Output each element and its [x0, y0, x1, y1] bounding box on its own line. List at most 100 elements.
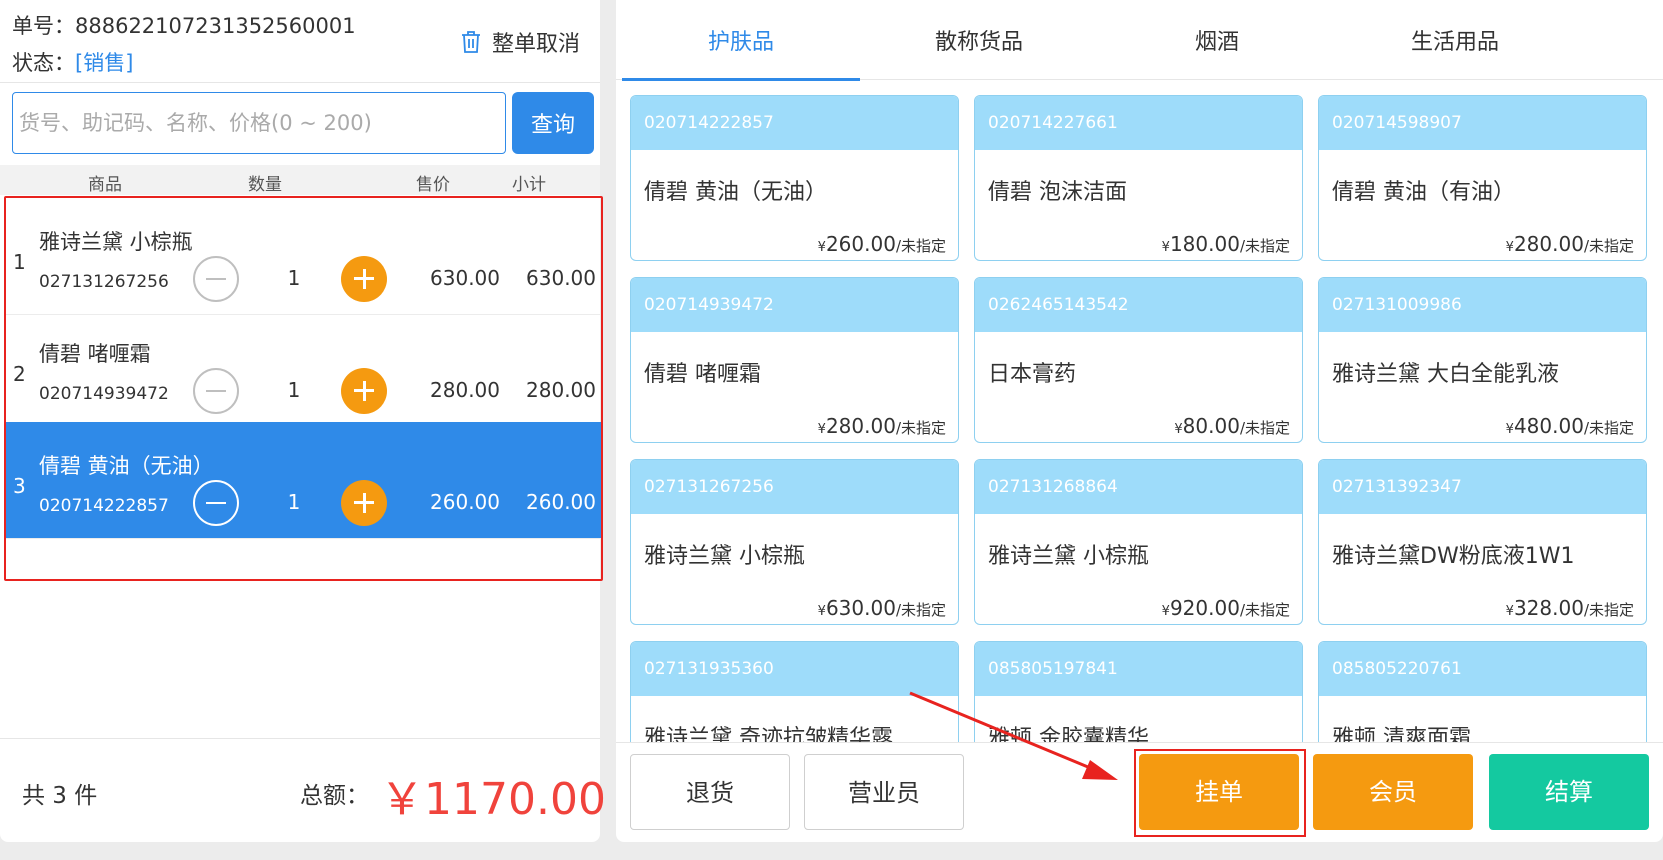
divider — [0, 82, 600, 83]
highlight-box — [1134, 749, 1306, 837]
product-card[interactable]: 020714227661 倩碧 泡沫洁面 ¥180.00/未指定 — [974, 95, 1303, 261]
item-price: 630.00 — [430, 266, 500, 290]
product-name: 倩碧 黄油（无油） — [644, 180, 827, 205]
product-card[interactable]: 027131267256 雅诗兰黛 小棕瓶 ¥630.00/未指定 — [630, 459, 959, 625]
product-grid: 020714222857 倩碧 黄油（无油） ¥260.00/未指定 02071… — [616, 80, 1663, 742]
row-index: 1 — [13, 250, 26, 274]
order-panel: 单号：888622107231352560001 状态：[销售] 整单取消 查询… — [0, 0, 606, 842]
product-name: 雅诗兰黛 小棕瓶 — [644, 544, 805, 569]
product-price: ¥630.00/未指定 — [817, 596, 946, 620]
row-index: 2 — [13, 362, 26, 386]
product-code: 085805220761 — [1319, 642, 1646, 696]
tab-tobacco-alcohol[interactable]: 烟酒 — [1098, 0, 1336, 80]
item-subtotal: 280.00 — [526, 378, 596, 402]
product-name: 雅顿 清爽面霜 — [1332, 726, 1471, 742]
member-button[interactable]: 会员 — [1313, 754, 1473, 830]
cart-row-selected[interactable]: 3 倩碧 黄油（无油） 020714222857 1 260.00 260.00 — [6, 422, 601, 539]
increase-qty-button[interactable] — [341, 256, 387, 302]
product-price: ¥480.00/未指定 — [1505, 414, 1634, 438]
decrease-qty-button[interactable] — [193, 256, 239, 302]
product-card[interactable]: 027131935360 雅诗兰黛 奇迹抗皱精华露 — [630, 641, 959, 742]
tab-bulk-goods[interactable]: 散称货品 — [860, 0, 1098, 80]
product-code: 027131009986 — [1319, 278, 1646, 332]
product-price: ¥80.00/未指定 — [1174, 414, 1290, 438]
item-code: 020714222857 — [39, 496, 169, 516]
increase-qty-button[interactable] — [341, 480, 387, 526]
product-code: 020714939472 — [631, 278, 958, 332]
item-qty: 1 — [287, 378, 301, 402]
product-price: ¥920.00/未指定 — [1161, 596, 1290, 620]
product-name: 倩碧 啫喱霜 — [644, 362, 761, 387]
item-name: 倩碧 啫喱霜 — [39, 342, 151, 366]
item-name: 雅诗兰黛 小棕瓶 — [39, 230, 193, 254]
item-code: 027131267256 — [39, 272, 169, 292]
cart-row[interactable]: 1 雅诗兰黛 小棕瓶 027131267256 1 630.00 630.00 — [6, 198, 601, 315]
product-card[interactable]: 0262465143542 日本膏药 ¥80.00/未指定 — [974, 277, 1303, 443]
product-code: 020714227661 — [975, 96, 1302, 150]
item-price: 260.00 — [430, 490, 500, 514]
item-name: 倩碧 黄油（无油） — [39, 454, 214, 478]
product-code: 027131268864 — [975, 460, 1302, 514]
cancel-order-button[interactable]: 整单取消 — [460, 26, 580, 58]
increase-qty-button[interactable] — [341, 368, 387, 414]
product-name: 雅诗兰黛 大白全能乳液 — [1332, 362, 1559, 387]
product-name: 雅诗兰黛DW粉底液1W1 — [1332, 544, 1575, 569]
product-code: 020714222857 — [631, 96, 958, 150]
cart-table-header: 商品 数量 售价 小计 — [0, 165, 600, 195]
item-code: 020714939472 — [39, 384, 169, 404]
item-qty: 1 — [287, 266, 301, 290]
total-amount: ￥1170.00 — [380, 774, 606, 825]
order-number: 单号：888622107231352560001 — [12, 14, 356, 38]
status-value: [销售] — [75, 51, 134, 75]
product-name: 雅顿 金胶囊精华 — [988, 726, 1149, 742]
product-card[interactable]: 020714598907 倩碧 黄油（有油） ¥280.00/未指定 — [1318, 95, 1647, 261]
product-card[interactable]: 085805220761 雅顿 清爽面霜 — [1318, 641, 1647, 742]
trash-icon — [461, 31, 480, 53]
divider — [0, 738, 600, 739]
cancel-order-label: 整单取消 — [491, 32, 580, 57]
row-index: 3 — [13, 474, 26, 498]
item-price: 280.00 — [430, 378, 500, 402]
item-subtotal: 630.00 — [526, 266, 596, 290]
item-count: 共 3 件 — [22, 783, 98, 809]
product-card[interactable]: 027131392347 雅诗兰黛DW粉底液1W1 ¥328.00/未指定 — [1318, 459, 1647, 625]
product-name: 雅诗兰黛 奇迹抗皱精华露 — [644, 726, 893, 742]
product-panel: 护肤品 散称货品 烟酒 生活用品 020714222857 倩碧 黄油（无油） … — [616, 0, 1663, 842]
product-card[interactable]: 020714939472 倩碧 啫喱霜 ¥280.00/未指定 — [630, 277, 959, 443]
product-code: 027131392347 — [1319, 460, 1646, 514]
product-code: 0262465143542 — [975, 278, 1302, 332]
product-name: 雅诗兰黛 小棕瓶 — [988, 544, 1149, 569]
search-input[interactable] — [12, 92, 506, 154]
header-price: 售价 — [416, 175, 450, 195]
product-price: ¥280.00/未指定 — [817, 414, 946, 438]
product-price: ¥280.00/未指定 — [1505, 232, 1634, 256]
header-qty: 数量 — [248, 175, 282, 195]
item-subtotal: 260.00 — [526, 490, 596, 514]
cart-row[interactable]: 2 倩碧 啫喱霜 020714939472 1 280.00 280.00 — [6, 310, 601, 427]
return-button[interactable]: 退货 — [630, 754, 790, 830]
product-card[interactable]: 027131009986 雅诗兰黛 大白全能乳液 ¥480.00/未指定 — [1318, 277, 1647, 443]
product-code: 020714598907 — [1319, 96, 1646, 150]
header-subtotal: 小计 — [512, 175, 546, 195]
tab-skincare[interactable]: 护肤品 — [622, 0, 860, 81]
category-tabs: 护肤品 散称货品 烟酒 生活用品 — [616, 0, 1663, 81]
divider — [616, 742, 1663, 743]
product-price: ¥180.00/未指定 — [1161, 232, 1290, 256]
product-card[interactable]: 085805197841 雅顿 金胶囊精华 — [974, 641, 1303, 742]
item-qty: 1 — [287, 490, 301, 514]
product-code: 027131267256 — [631, 460, 958, 514]
search-button[interactable]: 查询 — [512, 92, 594, 154]
tab-daily-goods[interactable]: 生活用品 — [1336, 0, 1574, 80]
decrease-qty-button[interactable] — [193, 368, 239, 414]
clerk-button[interactable]: 营业员 — [804, 754, 964, 830]
product-card[interactable]: 020714222857 倩碧 黄油（无油） ¥260.00/未指定 — [630, 95, 959, 261]
product-price: ¥260.00/未指定 — [817, 232, 946, 256]
product-code: 085805197841 — [975, 642, 1302, 696]
decrease-qty-button[interactable] — [193, 480, 239, 526]
product-name: 日本膏药 — [988, 362, 1077, 387]
product-name: 倩碧 黄油（有油） — [1332, 180, 1515, 205]
order-status: 状态：[销售] — [12, 51, 134, 75]
checkout-button[interactable]: 结算 — [1489, 754, 1649, 830]
product-card[interactable]: 027131268864 雅诗兰黛 小棕瓶 ¥920.00/未指定 — [974, 459, 1303, 625]
product-code: 027131935360 — [631, 642, 958, 696]
